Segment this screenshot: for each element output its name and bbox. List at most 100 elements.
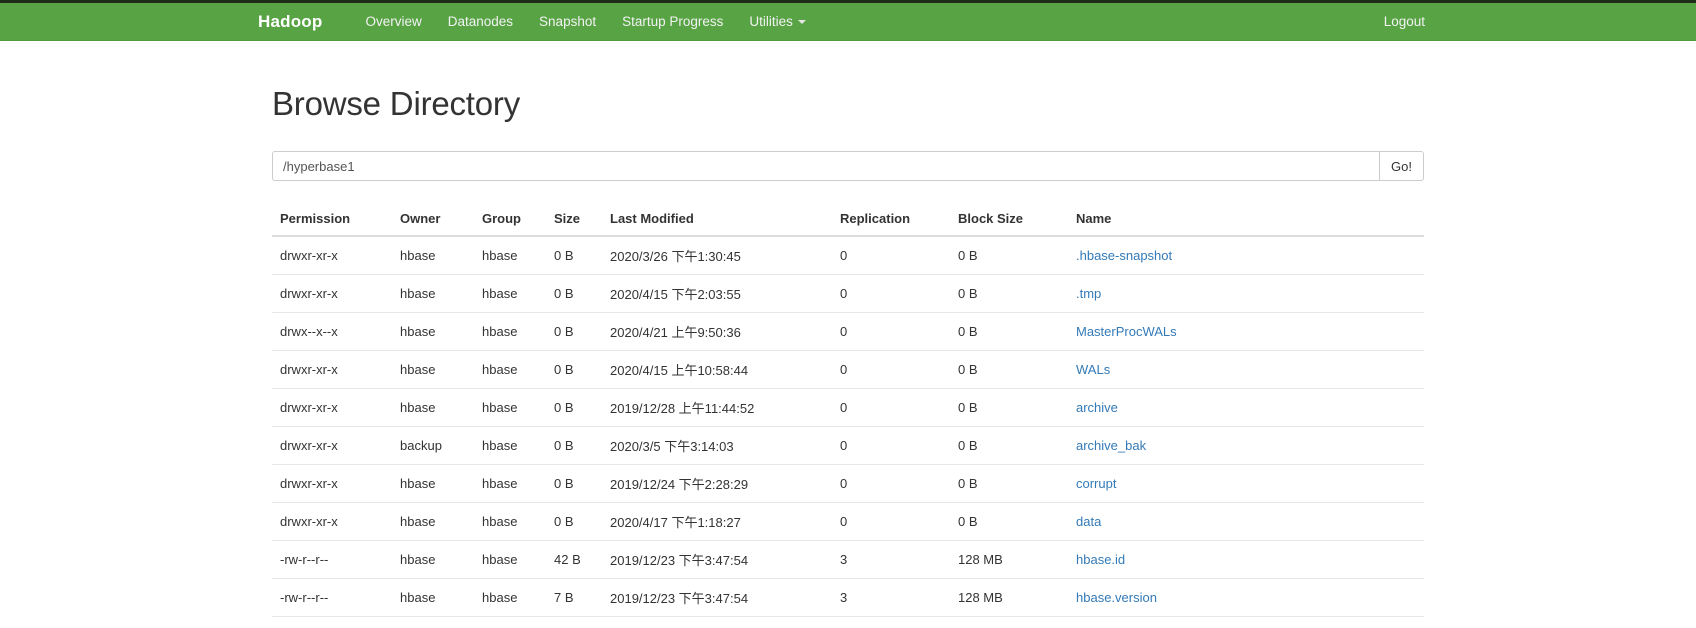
- cell-replication: 0: [832, 312, 950, 351]
- cell-group: hbase: [474, 540, 546, 579]
- file-link[interactable]: hbase.version: [1076, 590, 1157, 605]
- navbar-right: Logout: [1371, 3, 1438, 40]
- nav-link-startup-progress[interactable]: Startup Progress: [609, 1, 736, 42]
- cell-permission: drwxr-xr-x: [272, 236, 392, 275]
- cell-name: corrupt: [1068, 464, 1424, 503]
- brand-link-hadoop[interactable]: Hadoop: [258, 12, 322, 32]
- page-container: Browse Directory Go! Permission Owner Gr…: [258, 85, 1438, 628]
- file-link[interactable]: WALs: [1076, 362, 1110, 377]
- table-body: drwxr-xr-x hbase hbase 0 B 2020/3/26 下午1:30:…: [272, 236, 1424, 628]
- column-header-block-size: Block Size: [950, 203, 1068, 237]
- cell-permission: drwxr-xr-x: [272, 388, 392, 427]
- cell-permission: drwxr-xr-x: [272, 426, 392, 465]
- nav-link-snapshot[interactable]: Snapshot: [526, 1, 609, 42]
- cell-owner: hbase: [392, 236, 474, 275]
- cell-owner: backup: [392, 426, 474, 465]
- cell-block-size: 0 B: [950, 502, 1068, 541]
- file-link[interactable]: data: [1076, 514, 1101, 529]
- nav-link-overview[interactable]: Overview: [352, 1, 434, 42]
- cell-replication: 0: [832, 502, 950, 541]
- table-header-row: Permission Owner Group Size Last Modifie…: [272, 203, 1424, 237]
- cell-group: hbase: [474, 350, 546, 389]
- cell-size: 0 B: [546, 388, 602, 427]
- cell-size: 0 B: [546, 274, 602, 313]
- cell-last-modified: 2019/12/23 下午3:47:54: [602, 578, 832, 617]
- cell-name: archive_bak: [1068, 426, 1424, 465]
- cell-owner: hbase: [392, 502, 474, 541]
- directory-listing-table: Permission Owner Group Size Last Modifie…: [272, 203, 1424, 628]
- file-link[interactable]: MasterProcWALs: [1076, 324, 1177, 339]
- cell-block-size: 0 B: [950, 388, 1068, 427]
- go-button[interactable]: Go!: [1379, 151, 1424, 181]
- cell-group: hbase: [474, 274, 546, 313]
- nav-link-utilities[interactable]: Utilities: [736, 1, 819, 42]
- cell-block-size: 0 B: [950, 426, 1068, 465]
- cell-last-modified: 2019/12/23 下午3:47:54: [602, 540, 832, 579]
- page-title: Browse Directory: [272, 85, 521, 122]
- cell-replication: 0: [832, 236, 950, 275]
- top-navbar: Hadoop Overview Datanodes Snapshot Startup …: [0, 0, 1696, 41]
- file-link[interactable]: .tmp: [1076, 286, 1101, 301]
- cell-last-modified: 2020/4/21 上午10:39:32: [602, 616, 832, 628]
- column-header-name: Name: [1068, 203, 1424, 237]
- file-link[interactable]: hbase.id: [1076, 552, 1125, 567]
- cell-last-modified: 2020/4/21 上午9:50:36: [602, 312, 832, 351]
- cell-owner: hbase: [392, 388, 474, 427]
- file-link[interactable]: corrupt: [1076, 476, 1116, 491]
- cell-replication: 0: [832, 426, 950, 465]
- logout-link[interactable]: Logout: [1371, 1, 1438, 42]
- nav-link-label: Snapshot: [539, 14, 597, 29]
- directory-path-input[interactable]: [272, 151, 1380, 181]
- nav-link-label: Datanodes: [447, 14, 514, 29]
- cell-permission: drwx--x--x: [272, 312, 392, 351]
- table-row: drwxr-xr-x hbase hbase 0 B 2020/3/26 下午1:30:…: [272, 236, 1424, 275]
- cell-group: hbase: [474, 578, 546, 617]
- cell-size: 0 B: [546, 502, 602, 541]
- cell-name: MasterProcWALs: [1068, 312, 1424, 351]
- nav-item-utilities: Utilities: [736, 1, 819, 42]
- nav-link-label: Startup Progress: [622, 14, 724, 29]
- directory-listing-wrap: Permission Owner Group Size Last Modifie…: [272, 203, 1424, 628]
- file-link[interactable]: archive: [1076, 400, 1118, 415]
- nav-item-startup-progress: Startup Progress: [609, 1, 736, 42]
- cell-size: 0 B: [546, 350, 602, 389]
- cell-group: hbase: [474, 388, 546, 427]
- table-row: drwxr-xr-x hbase hbase 0 B 2020/4/17 下午1:18:…: [272, 502, 1424, 541]
- cell-size: 0 B: [546, 426, 602, 465]
- cell-size: 0 B: [546, 236, 602, 275]
- cell-permission: drwxr-xr-x: [272, 616, 392, 628]
- column-header-size: Size: [546, 203, 602, 237]
- cell-name: .hbase-snapshot: [1068, 236, 1424, 275]
- cell-permission: -rw-r--r--: [272, 578, 392, 617]
- cell-owner: hbase: [392, 540, 474, 579]
- cell-name: .tmp: [1068, 274, 1424, 313]
- cell-last-modified: 2020/4/15 上午10:58:44: [602, 350, 832, 389]
- nav-item-snapshot: Snapshot: [526, 1, 609, 42]
- nav-link-datanodes[interactable]: Datanodes: [435, 1, 526, 42]
- cell-block-size: 128 MB: [950, 540, 1068, 579]
- file-link[interactable]: archive_bak: [1076, 438, 1146, 453]
- cell-last-modified: 2020/3/5 下午3:14:03: [602, 426, 832, 465]
- table-row: drwxr-xr-x hbase hbase 0 B 2019/12/24 下午2:28…: [272, 464, 1424, 503]
- cell-replication: 0: [832, 464, 950, 503]
- cell-replication: 3: [832, 578, 950, 617]
- file-link[interactable]: .hbase-snapshot: [1076, 248, 1172, 263]
- table-row: drwxr-xr-xhbasehbase0 B2020/4/21 上午10:39…: [272, 616, 1424, 628]
- cell-replication: 0: [832, 274, 950, 313]
- cell-block-size: 128 MB: [950, 578, 1068, 617]
- nav-item-overview: Overview: [352, 1, 434, 42]
- table-row: drwxr-xr-x backup hbase 0 B 2020/3/5 下午3:14:…: [272, 426, 1424, 465]
- cell-group: hbase: [474, 464, 546, 503]
- cell-size: 0 B: [546, 616, 602, 628]
- cell-replication: 0: [832, 616, 950, 628]
- cell-replication: 0: [832, 388, 950, 427]
- cell-permission: drwxr-xr-x: [272, 274, 392, 313]
- cell-name: hbase.id: [1068, 540, 1424, 579]
- table-row: -rw-r--r-- hbase hbase 7 B 2019/12/23 下午3:47…: [272, 578, 1424, 617]
- table-head: Permission Owner Group Size Last Modifie…: [272, 203, 1424, 237]
- cell-owner: hbase: [392, 312, 474, 351]
- nav-link-label: Utilities: [749, 14, 793, 29]
- cell-block-size: 0 B: [950, 274, 1068, 313]
- table-row: drwxr-xr-x hbase hbase 0 B 2020/4/15 下午2:03:…: [272, 274, 1424, 313]
- column-header-last-modified: Last Modified: [602, 203, 832, 237]
